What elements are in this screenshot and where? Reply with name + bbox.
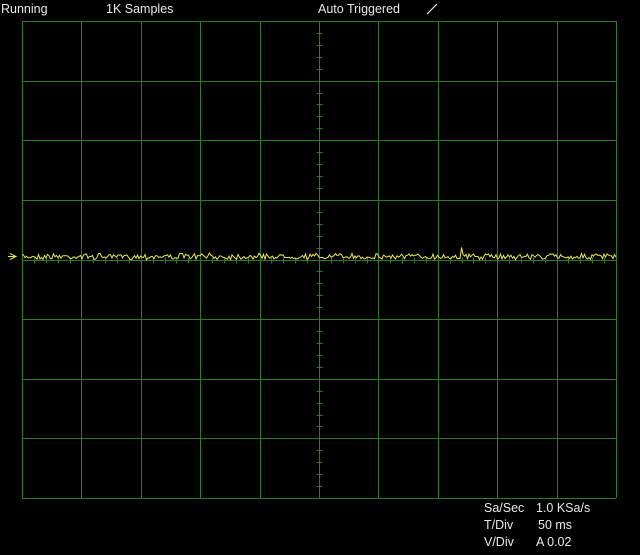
- volts-per-division-label: V/Div: [484, 535, 514, 549]
- time-per-division-readout: T/Div 50 ms: [484, 517, 572, 533]
- oscilloscope-screen: [8, 21, 617, 499]
- trigger-mode-label: Auto Triggered: [318, 2, 400, 16]
- time-per-division-label: T/Div: [484, 518, 514, 532]
- time-per-division-value: 50 ms: [538, 518, 573, 532]
- run-state-label: Running: [1, 2, 48, 16]
- volts-per-division-value: A 0.02: [536, 535, 572, 549]
- sample-count-label: 1K Samples: [106, 2, 174, 16]
- sample-rate-value: 1.0 KSa/s: [536, 501, 591, 515]
- volts-per-division-readout: V/Div A 0.02: [484, 534, 571, 550]
- ground-level-marker-icon: [8, 253, 18, 260]
- sample-rate-readout: Sa/Sec 1.0 KSa/s: [484, 500, 590, 516]
- rising-edge-slope-icon: [426, 3, 438, 15]
- sample-rate-label: Sa/Sec: [484, 501, 525, 515]
